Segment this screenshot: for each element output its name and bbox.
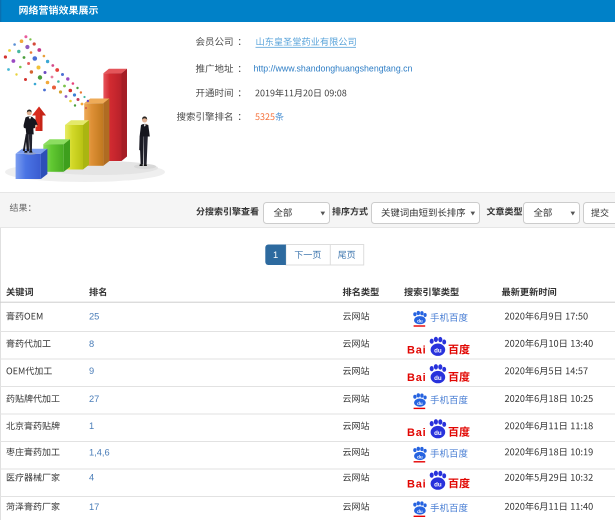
svg-text:du: du: [417, 509, 423, 514]
svg-text:1: 1: [89, 421, 94, 431]
svg-text:http://www.shandonghuangshengt: http://www.shandonghuangshengtang.cn: [254, 64, 413, 74]
svg-text:17: 17: [89, 502, 99, 512]
svg-text:du: du: [434, 375, 442, 382]
svg-text:27: 27: [89, 394, 99, 404]
svg-text:8: 8: [89, 339, 94, 349]
svg-text:Bai: Bai: [407, 344, 427, 356]
svg-text:9: 9: [89, 366, 94, 376]
svg-text:du: du: [434, 348, 442, 355]
svg-text:Bai: Bai: [407, 478, 427, 490]
svg-text:25: 25: [89, 312, 99, 322]
svg-text:du: du: [434, 482, 442, 489]
svg-text:du: du: [417, 319, 423, 324]
svg-text:1,4,6: 1,4,6: [89, 447, 110, 457]
svg-text:4: 4: [89, 473, 94, 483]
svg-text:du: du: [434, 430, 442, 437]
svg-text:Bai: Bai: [407, 427, 427, 439]
svg-text:Bai: Bai: [407, 372, 427, 384]
svg-text:du: du: [417, 455, 423, 460]
svg-text:1: 1: [273, 250, 278, 260]
svg-text:du: du: [417, 401, 423, 406]
